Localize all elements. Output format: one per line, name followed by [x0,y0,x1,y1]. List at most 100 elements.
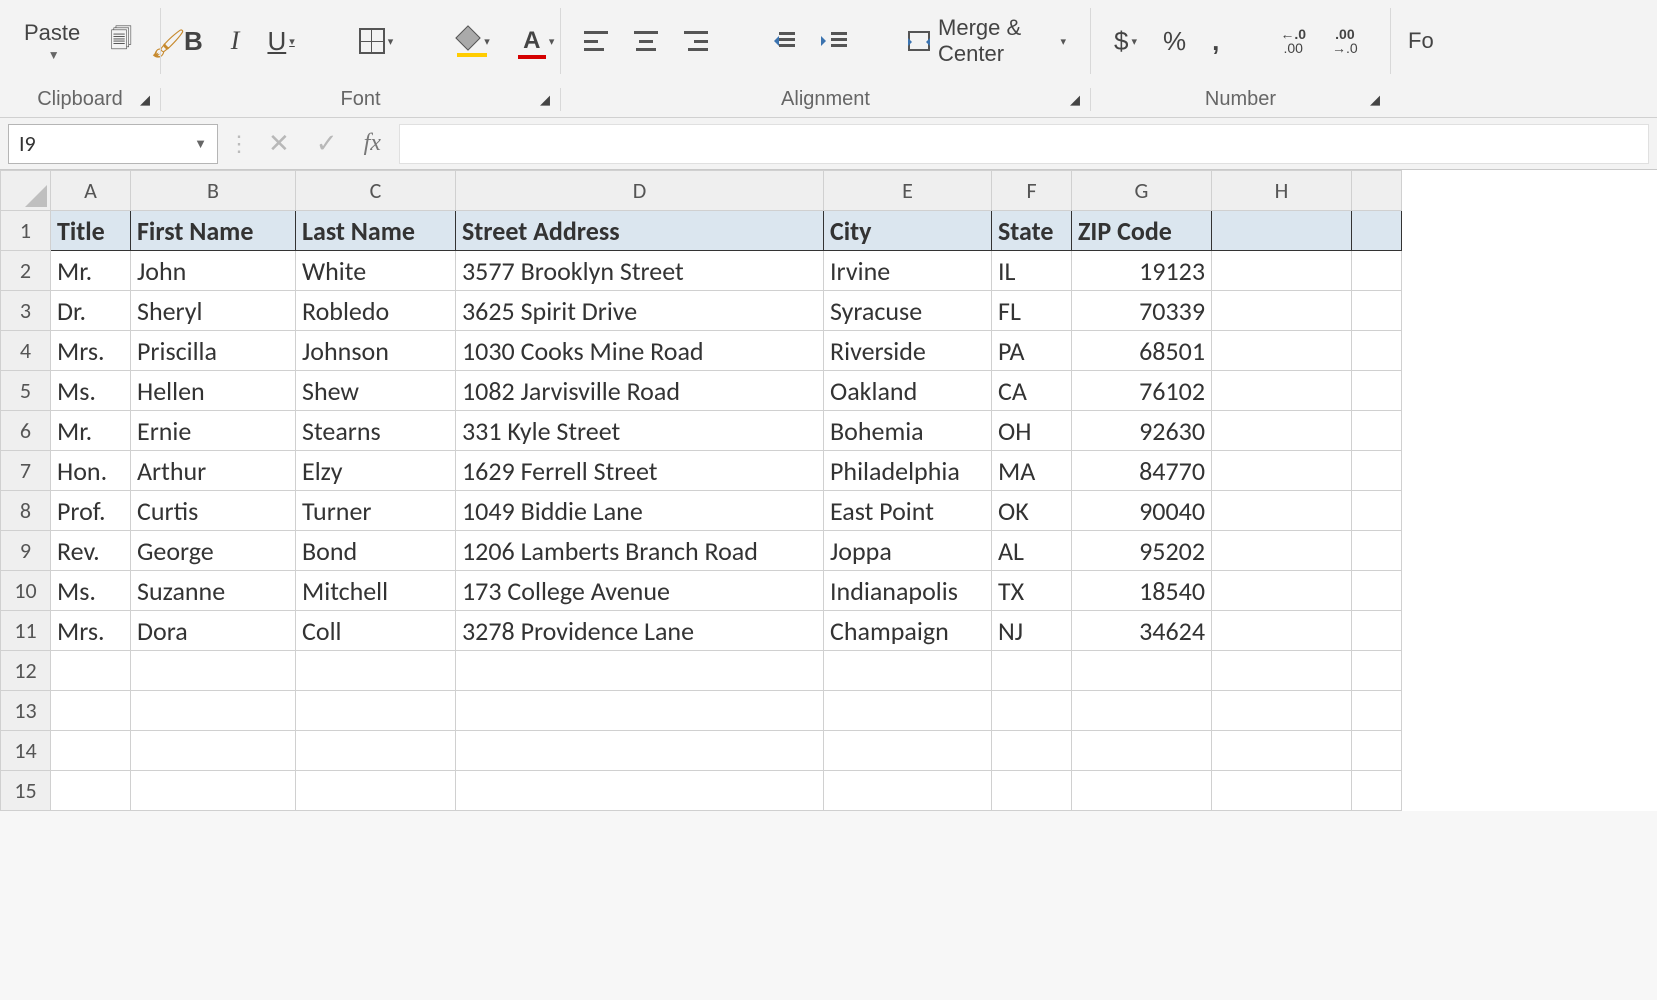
cell-first-name[interactable]: Sheryl [131,291,296,331]
cell-street[interactable]: 3577 Brooklyn Street [456,251,824,291]
cell-city[interactable]: Oakland [824,371,992,411]
cell[interactable] [1352,491,1402,531]
cell-state[interactable]: PA [992,331,1072,371]
cell-street[interactable]: 3278 Providence Lane [456,611,824,651]
cell[interactable] [1352,331,1402,371]
cell[interactable] [1352,371,1402,411]
cell-street[interactable]: 1629 Ferrell Street [456,451,824,491]
spreadsheet-area[interactable]: ABCDEFGH 1TitleFirst NameLast NameStreet… [0,170,1657,811]
bold-button[interactable]: B [178,22,209,61]
cell-zip[interactable]: 70339 [1072,291,1212,331]
decrease-decimal-button[interactable]: .00 →.0 [1326,23,1364,59]
cell[interactable] [1212,771,1352,811]
cell[interactable] [131,651,296,691]
cell-title[interactable]: Mrs. [51,331,131,371]
cell-city[interactable]: Riverside [824,331,992,371]
cell-zip[interactable]: 68501 [1072,331,1212,371]
cell[interactable] [1352,411,1402,451]
cell-street[interactable]: 1030 Cooks Mine Road [456,331,824,371]
cell-title[interactable]: Ms. [51,571,131,611]
cell-title[interactable]: Dr. [51,291,131,331]
cell-first-name[interactable]: Suzanne [131,571,296,611]
cell-last-name[interactable]: White [296,251,456,291]
cell-state[interactable]: TX [992,571,1072,611]
cell[interactable] [992,651,1072,691]
align-center-button[interactable] [628,27,664,55]
row-header-1[interactable]: 1 [1,211,51,251]
alignment-dialog-launcher[interactable]: ◢ [1066,91,1084,109]
cell[interactable] [1352,211,1402,251]
column-header-C[interactable]: C [296,171,456,211]
cell[interactable] [1212,451,1352,491]
merge-center-button[interactable]: Merge & Center ▾ [902,11,1072,71]
cell-last-name[interactable]: Robledo [296,291,456,331]
column-header-extra[interactable] [1352,171,1402,211]
copy-icon[interactable]: 🗐 [104,18,138,64]
cell-first-name[interactable]: Ernie [131,411,296,451]
cell-last-name[interactable]: Bond [296,531,456,571]
cell-title[interactable]: Hon. [51,451,131,491]
cell-zip[interactable]: 84770 [1072,451,1212,491]
cell-city[interactable]: Joppa [824,531,992,571]
cell[interactable] [1072,731,1212,771]
cell-first-name[interactable]: Priscilla [131,331,296,371]
cell-street[interactable]: 3625 Spirit Drive [456,291,824,331]
cell-title[interactable]: Rev. [51,531,131,571]
name-box[interactable]: I9 ▼ [8,124,218,164]
header-cell[interactable]: ZIP Code [1072,211,1212,251]
cell-first-name[interactable]: George [131,531,296,571]
cell-zip[interactable]: 92630 [1072,411,1212,451]
cell[interactable] [1212,411,1352,451]
row-header-6[interactable]: 6 [1,411,51,451]
column-header-E[interactable]: E [824,171,992,211]
cell-first-name[interactable]: John [131,251,296,291]
cell[interactable] [824,691,992,731]
row-header-12[interactable]: 12 [1,651,51,691]
row-header-4[interactable]: 4 [1,331,51,371]
cell-zip[interactable]: 18540 [1072,571,1212,611]
formula-input[interactable] [399,124,1649,164]
cell[interactable] [824,771,992,811]
cell[interactable] [1352,771,1402,811]
cell-city[interactable]: Irvine [824,251,992,291]
row-header-2[interactable]: 2 [1,251,51,291]
number-dialog-launcher[interactable]: ◢ [1366,91,1384,109]
cell[interactable] [1352,451,1402,491]
insert-function-button[interactable]: fx [356,130,389,157]
cell-city[interactable]: Champaign [824,611,992,651]
cell[interactable] [296,651,456,691]
cell[interactable] [1212,571,1352,611]
row-header-13[interactable]: 13 [1,691,51,731]
cell[interactable] [296,771,456,811]
column-header-G[interactable]: G [1072,171,1212,211]
row-header-5[interactable]: 5 [1,371,51,411]
cell[interactable] [51,691,131,731]
cell[interactable] [296,691,456,731]
cell-street[interactable]: 1082 Jarvisville Road [456,371,824,411]
select-all-corner[interactable] [1,171,51,211]
cell[interactable] [1072,691,1212,731]
cell-street[interactable]: 1206 Lamberts Branch Road [456,531,824,571]
cell-first-name[interactable]: Curtis [131,491,296,531]
row-header-9[interactable]: 9 [1,531,51,571]
fill-color-button[interactable]: ▾ [451,25,496,57]
cell[interactable] [1212,211,1352,251]
column-header-H[interactable]: H [1212,171,1352,211]
cell-street[interactable]: 331 Kyle Street [456,411,824,451]
cell-last-name[interactable]: Elzy [296,451,456,491]
cell-zip[interactable]: 95202 [1072,531,1212,571]
row-header-8[interactable]: 8 [1,491,51,531]
cell-city[interactable]: Syracuse [824,291,992,331]
cell-city[interactable]: Bohemia [824,411,992,451]
cell[interactable] [1352,571,1402,611]
cell[interactable] [1212,691,1352,731]
italic-button[interactable]: I [225,22,246,60]
cell-state[interactable]: CA [992,371,1072,411]
cell-city[interactable]: East Point [824,491,992,531]
cell[interactable] [824,651,992,691]
cell-state[interactable]: AL [992,531,1072,571]
increase-indent-button[interactable] [815,26,853,56]
cell-zip[interactable]: 76102 [1072,371,1212,411]
accounting-format-button[interactable]: $▾ [1108,22,1143,61]
cell-state[interactable]: NJ [992,611,1072,651]
